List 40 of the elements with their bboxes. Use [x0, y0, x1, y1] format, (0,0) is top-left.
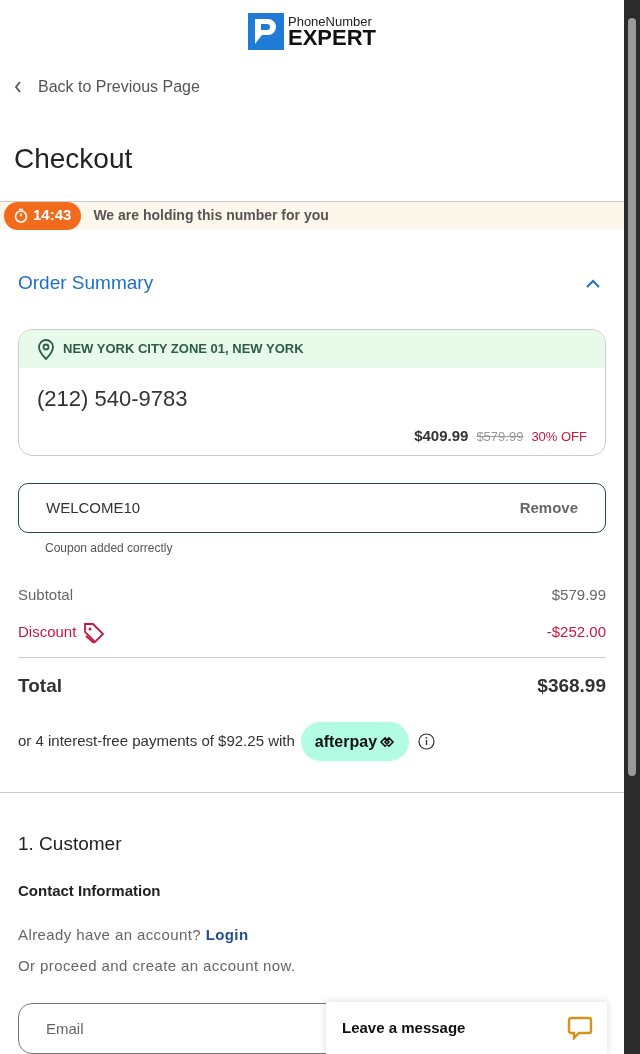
stopwatch-icon — [14, 208, 28, 223]
chat-bubble-icon — [567, 1016, 593, 1040]
coupon-code: WELCOME10 — [46, 497, 141, 518]
info-icon[interactable] — [418, 733, 436, 751]
summary-label: Subtotal — [18, 585, 74, 606]
afterpay-text: or 4 interest-free payments of $92.25 with — [18, 731, 295, 752]
total-amount: $368.99 — [537, 673, 606, 698]
page-title: Checkout — [14, 145, 134, 173]
section-subtitle: Contact Information — [18, 880, 161, 901]
proceed-text: Or proceed and create an account now. — [18, 955, 296, 976]
hold-message: We are holding this number for you — [93, 206, 329, 225]
old-price: $579.99 — [476, 427, 524, 446]
chevron-left-icon — [14, 81, 22, 93]
back-link[interactable]: Back to Previous Page — [14, 75, 200, 99]
logo-text: PhoneNumber — [288, 14, 373, 28]
total-label: Total — [18, 673, 62, 698]
account-prompt: Already have an account? Login — [18, 925, 249, 946]
chat-toast[interactable]: Leave a message — [326, 1002, 607, 1054]
section-title: 1. Customer — [18, 832, 122, 857]
logo[interactable]: PhoneNumber EXPERT — [248, 13, 376, 50]
summary-label: Discount — [18, 622, 77, 643]
login-link[interactable]: Login — [205, 926, 249, 944]
location-label: NEW YORK CITY ZONE 01, NEW YORK — [63, 339, 304, 358]
discount-label: 30% OFF — [531, 427, 587, 446]
tag-icon — [82, 620, 107, 645]
order-summary-toggle[interactable]: Order Summary — [18, 269, 606, 298]
map-pin-icon — [37, 337, 55, 360]
arrows-icon — [379, 735, 396, 748]
scrollbar[interactable] — [624, 0, 640, 1054]
timer-badge: 14:43 — [4, 201, 82, 230]
logo-text: EXPERT — [288, 26, 376, 49]
logo-icon — [248, 13, 284, 50]
coupon-helper: Coupon added correctly — [45, 539, 173, 557]
remove-button[interactable]: Remove — [519, 496, 578, 519]
afterpay-badge[interactable]: afterpay — [300, 722, 410, 762]
summary-amount: -$252.00 — [546, 622, 606, 643]
summary-amount: $579.99 — [551, 585, 606, 606]
coupon-field[interactable]: WELCOME10 Remove — [18, 482, 606, 533]
price: $409.99 — [414, 425, 469, 446]
phone-number: (212) 540-9783 — [37, 384, 189, 413]
